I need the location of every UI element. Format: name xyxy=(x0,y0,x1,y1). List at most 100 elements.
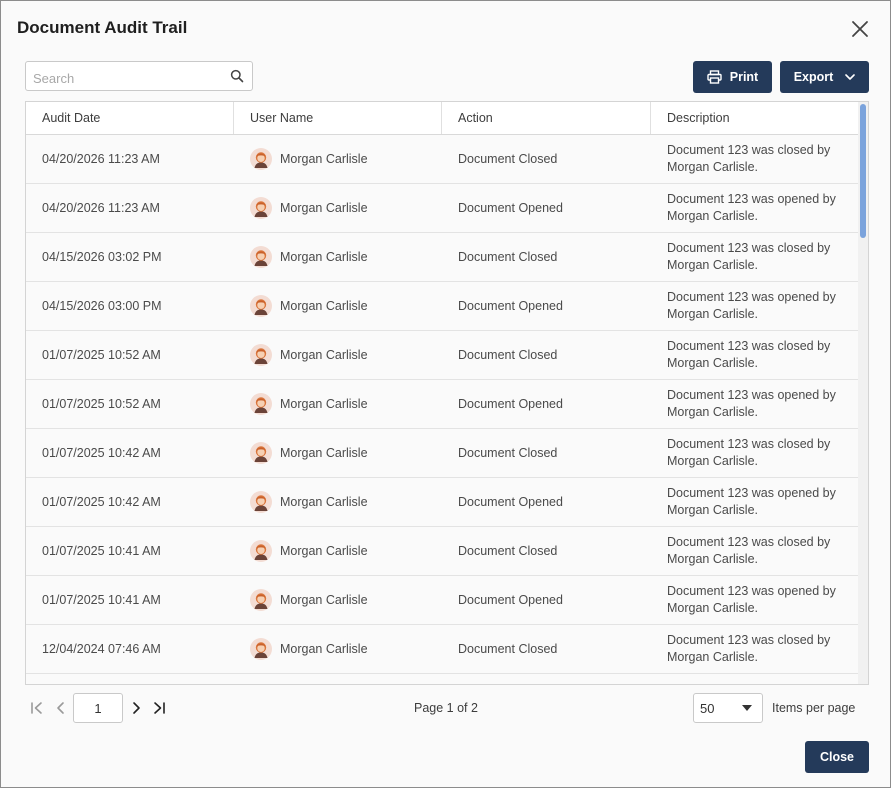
cell-audit-date: 04/20/2026 11:23 AM xyxy=(42,152,160,166)
user-avatar-icon xyxy=(250,491,272,513)
search-icon[interactable] xyxy=(230,69,244,83)
description-line-1: Document 123 was opened by xyxy=(667,584,836,598)
user-name-text: Morgan Carlisle xyxy=(280,544,368,558)
page-info: Page 1 of 2 xyxy=(414,701,478,715)
cell-description: Document 123 was closed by Morgan Carlisl… xyxy=(651,625,859,673)
print-button[interactable]: Print xyxy=(693,61,772,93)
vertical-scrollbar[interactable] xyxy=(858,102,868,684)
description-line-2: Morgan Carlisle. xyxy=(667,160,759,174)
user-name-text: Morgan Carlisle xyxy=(280,152,368,166)
table-row[interactable]: 01/07/2025 10:52 AM Morgan Carlisle Docume… xyxy=(26,331,859,380)
table-row[interactable]: 04/20/2026 11:23 AM Morgan Carlisle Docume… xyxy=(26,184,859,233)
next-page-icon[interactable] xyxy=(128,700,144,716)
description-text: Document 123 was closed by Morgan Carlisl… xyxy=(667,240,830,274)
description-line-1: Document 123 was closed by xyxy=(667,241,831,255)
description-line-1: Document 123 was opened by xyxy=(667,192,836,206)
user-avatar-icon xyxy=(250,540,272,562)
description-line-1: Document 123 was closed by xyxy=(667,437,831,451)
description-text: Document 123 was opened by Morgan Carlisl… xyxy=(667,289,836,323)
description-line-2: Morgan Carlisle. xyxy=(667,552,759,566)
table-row[interactable]: 04/20/2026 11:23 AM Morgan Carlisle Docume… xyxy=(26,135,859,184)
description-text: Document 123 was closed by Morgan Carlisl… xyxy=(667,436,830,470)
column-header-user-name[interactable]: User Name xyxy=(234,102,442,134)
last-page-icon[interactable] xyxy=(151,700,167,716)
scrollbar-thumb[interactable] xyxy=(860,104,866,238)
cell-audit-date: 12/04/2024 07:46 AM xyxy=(42,642,161,656)
cell-action: Document Opened xyxy=(458,495,563,509)
cell-user-name: Morgan Carlisle xyxy=(234,282,442,330)
description-line-2: Morgan Carlisle. xyxy=(667,503,759,517)
cell-user-name: Morgan Carlisle xyxy=(234,429,442,477)
search-input[interactable] xyxy=(31,68,225,88)
table-row[interactable]: 01/07/2025 10:41 AM Morgan Carlisle Docume… xyxy=(26,527,859,576)
cell-action: Document Opened xyxy=(458,201,563,215)
user-name-text: Morgan Carlisle xyxy=(280,201,368,215)
cell-user-name: Morgan Carlisle xyxy=(234,478,442,526)
cell-user-name: Morgan Carlisle xyxy=(234,331,442,379)
table-row[interactable]: 04/15/2026 03:00 PM Morgan Carlisle Docume… xyxy=(26,282,859,331)
column-header-action[interactable]: Action xyxy=(442,102,651,134)
cell-action: Document Opened xyxy=(458,397,563,411)
cell-description: Document 123 was closed by Morgan Carlisl… xyxy=(651,429,859,477)
table-row[interactable]: 01/07/2025 10:52 AM Morgan Carlisle Docume… xyxy=(26,380,859,429)
table-row[interactable]: 01/07/2025 10:41 AM Morgan Carlisle Docume… xyxy=(26,576,859,625)
user-name-text: Morgan Carlisle xyxy=(280,593,368,607)
user-name-text: Morgan Carlisle xyxy=(280,397,368,411)
column-header-description[interactable]: Description xyxy=(651,102,859,134)
cell-description: Document 123 was closed by Morgan Carlisl… xyxy=(651,233,859,281)
cell-user-name: Morgan Carlisle xyxy=(234,527,442,575)
cell-audit-date: 01/07/2025 10:52 AM xyxy=(42,397,161,411)
cell-description: Document 123 was opened by xyxy=(651,674,859,684)
cell-audit-date: 04/20/2026 11:23 AM xyxy=(42,201,160,215)
cell-description: Document 123 was opened by Morgan Carlisl… xyxy=(651,478,859,526)
description-line-2: Morgan Carlisle. xyxy=(667,356,759,370)
items-per-page-select[interactable]: 50 xyxy=(693,693,763,723)
user-name-text: Morgan Carlisle xyxy=(280,495,368,509)
user-avatar-icon xyxy=(250,148,272,170)
table-row[interactable]: 01/07/2025 10:42 AM Morgan Carlisle Docume… xyxy=(26,478,859,527)
description-line-2: Morgan Carlisle. xyxy=(667,650,759,664)
prev-page-icon[interactable] xyxy=(53,700,69,716)
export-button[interactable]: Export xyxy=(780,61,869,93)
items-per-page-value: 50 xyxy=(700,701,715,716)
close-button[interactable]: Close xyxy=(805,741,869,773)
description-text: Document 123 was closed by Morgan Carlisl… xyxy=(667,534,830,568)
cell-action: Document Closed xyxy=(458,446,558,460)
chevron-down-icon xyxy=(845,73,856,81)
print-label: Print xyxy=(729,70,759,84)
close-icon[interactable] xyxy=(849,18,871,40)
description-line-1: Document 123 was closed by xyxy=(667,339,831,353)
cell-audit-date: 04/15/2026 03:02 PM xyxy=(42,250,162,264)
export-label: Export xyxy=(793,70,834,84)
table-row[interactable]: Document 123 was opened by xyxy=(26,674,859,684)
user-avatar-icon xyxy=(250,344,272,366)
grid-content: Audit Date User Name Action Description … xyxy=(26,102,859,684)
cell-description: Document 123 was opened by Morgan Carlisl… xyxy=(651,576,859,624)
description-line-1: Document 123 was closed by xyxy=(667,535,831,549)
description-text: Document 123 was closed by Morgan Carlisl… xyxy=(667,338,830,372)
table-row[interactable]: 01/07/2025 10:42 AM Morgan Carlisle Docume… xyxy=(26,429,859,478)
user-avatar-icon xyxy=(250,295,272,317)
user-avatar-icon xyxy=(250,442,272,464)
description-text: Document 123 was opened by Morgan Carlisl… xyxy=(667,485,836,519)
cell-action: Document Closed xyxy=(458,250,558,264)
description-line-1: Document 123 was opened by xyxy=(667,388,836,402)
user-name-text: Morgan Carlisle xyxy=(280,642,368,656)
cell-description: Document 123 was closed by Morgan Carlisl… xyxy=(651,331,859,379)
description-line-2: Morgan Carlisle. xyxy=(667,258,759,272)
page-number-input[interactable]: 1 xyxy=(73,693,123,723)
table-row[interactable]: 12/04/2024 07:46 AM Morgan Carlisle Docume… xyxy=(26,625,859,674)
dialog-title: Document Audit Trail xyxy=(17,18,188,37)
cell-action xyxy=(442,674,651,684)
table-row[interactable]: 04/15/2026 03:02 PM Morgan Carlisle Docume… xyxy=(26,233,859,282)
cell-audit-date: 01/07/2025 10:52 AM xyxy=(42,348,161,362)
cell-description: Document 123 was opened by Morgan Carlisl… xyxy=(651,282,859,330)
first-page-icon[interactable] xyxy=(29,700,45,716)
user-name-text: Morgan Carlisle xyxy=(280,348,368,362)
caret-down-icon xyxy=(742,705,752,711)
cell-audit-date: 01/07/2025 10:42 AM xyxy=(42,446,161,460)
cell-action: Document Closed xyxy=(458,152,558,166)
column-header-audit-date[interactable]: Audit Date xyxy=(26,102,234,134)
cell-audit-date: 01/07/2025 10:41 AM xyxy=(42,544,161,558)
description-line-1: Document 123 was opened by xyxy=(667,290,836,304)
